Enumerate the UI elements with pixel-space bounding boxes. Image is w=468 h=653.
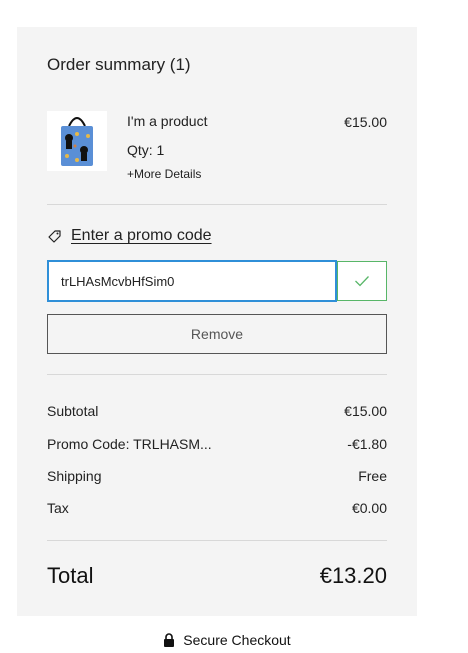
product-thumbnail	[47, 111, 107, 171]
product-price: €15.00	[344, 114, 387, 130]
check-icon	[355, 276, 369, 287]
divider	[47, 540, 387, 541]
divider	[47, 204, 387, 205]
subtotal-value: €15.00	[344, 403, 387, 419]
total-row: Total €13.20	[47, 563, 387, 589]
shipping-label: Shipping	[47, 468, 102, 484]
remove-promo-button[interactable]: Remove	[47, 314, 387, 354]
tax-row: Tax €0.00	[47, 500, 387, 516]
product-name: I'm a product	[127, 113, 208, 129]
tax-value: €0.00	[351, 500, 387, 516]
shipping-value: Free	[358, 468, 387, 484]
subtotal-label: Subtotal	[47, 403, 99, 419]
promo-label: Promo Code: TRLHASM...	[47, 436, 212, 452]
promo-row: Promo Code: TRLHASM... -€1.80	[47, 436, 387, 452]
divider	[47, 374, 387, 375]
secure-checkout-label: Secure Checkout	[183, 632, 291, 648]
apply-promo-button[interactable]	[337, 261, 387, 301]
order-summary-title: Order summary (1)	[47, 55, 191, 74]
tag-icon	[48, 230, 61, 243]
promo-code-link[interactable]: Enter a promo code	[47, 227, 212, 245]
secure-checkout: Secure Checkout	[0, 632, 454, 648]
subtotal-row: Subtotal €15.00	[47, 403, 387, 419]
promo-value: -€1.80	[347, 436, 387, 452]
shipping-row: Shipping Free	[47, 468, 387, 484]
product-image	[61, 117, 93, 166]
promo-code-link-label: Enter a promo code	[71, 227, 212, 244]
order-summary-panel: Order summary (1) I'm a product Qty: 1 +…	[17, 27, 417, 616]
total-label: Total	[47, 563, 94, 588]
total-value: €13.20	[319, 563, 387, 588]
promo-code-input[interactable]	[47, 260, 337, 302]
tax-label: Tax	[47, 500, 69, 516]
more-details-link[interactable]: +More Details	[127, 167, 201, 181]
product-quantity: Qty: 1	[127, 142, 165, 158]
lock-icon	[164, 633, 175, 647]
